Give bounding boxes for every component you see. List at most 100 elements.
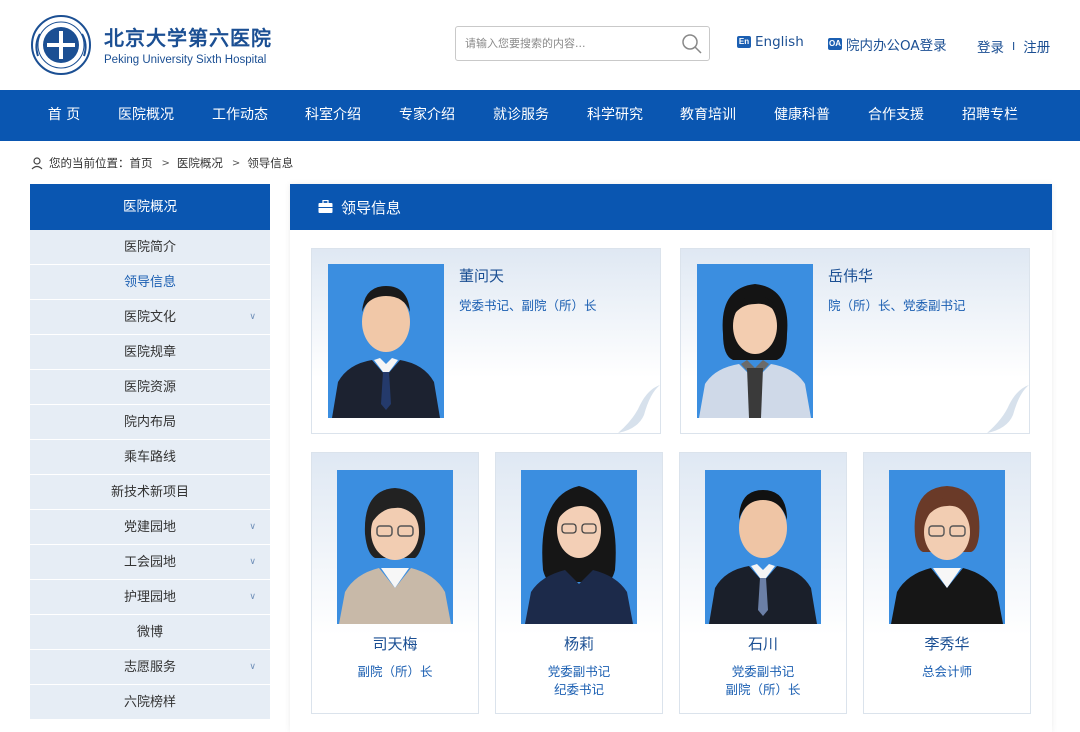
leader-title: 党委副书记 纪委书记 (496, 663, 662, 699)
briefcase-icon (318, 200, 333, 213)
oa-badge-icon: OA (828, 38, 842, 50)
site-header: 北京大学第六医院 Peking University Sixth Hospita… (0, 0, 1080, 90)
nav-services[interactable]: 就诊服务 (493, 90, 549, 141)
sidebar-item-label: 党建园地 (123, 520, 176, 535)
chevron-down-icon[interactable]: ∨ (249, 580, 256, 615)
sidebar-item-label: 医院简介 (123, 240, 176, 255)
nav-health[interactable]: 健康科普 (774, 90, 830, 141)
sidebar-item[interactable]: 医院简介 (30, 230, 270, 265)
leader-title: 总会计师 (864, 663, 1030, 681)
oa-login-link[interactable]: OA 院内办公OA登录 (828, 34, 947, 54)
search-input[interactable] (456, 27, 671, 60)
sidebar-list: 医院简介领导信息医院文化 ∨ 医院规章医院资源院内布局乘车路线新技术新项目党建园地 ∨… (30, 230, 270, 720)
sidebar-item-label: 医院规章 (123, 345, 176, 360)
sidebar-item[interactable]: 志愿服务 ∨ (30, 650, 270, 685)
leader-card[interactable]: 董问天 党委书记、副院（所）长 (311, 248, 661, 434)
portrait-woman-icon (889, 470, 1005, 624)
hospital-logo[interactable]: 北京大学第六医院 Peking University Sixth Hospita… (30, 14, 272, 76)
chevron-right-icon: > (231, 157, 241, 169)
sidebar-item[interactable]: 院内布局 (30, 405, 270, 440)
leader-card[interactable]: 李秀华 总会计师 (863, 452, 1031, 714)
sidebar-item-label: 领导信息 (123, 275, 176, 290)
chevron-down-icon[interactable]: ∨ (249, 545, 256, 580)
leader-title-line: 纪委书记 (553, 682, 604, 697)
sidebar-item-label: 乘车路线 (123, 450, 176, 465)
sidebar-header: 医院概况 (30, 184, 270, 230)
nav-research[interactable]: 科学研究 (587, 90, 643, 141)
sidebar: 医院概况 医院简介领导信息医院文化 ∨ 医院规章医院资源院内布局乘车路线新技术新项目… (30, 184, 270, 720)
leader-title-line: 党委副书记 (547, 664, 611, 679)
portrait-woman-icon (521, 470, 637, 624)
nav-recruitment[interactable]: 招聘专栏 (962, 90, 1018, 141)
chevron-down-icon[interactable]: ∨ (249, 650, 256, 685)
search-icon[interactable] (681, 33, 703, 55)
leader-title-line: 副院（所）长 (357, 664, 433, 679)
sidebar-item[interactable]: 党建园地 ∨ (30, 510, 270, 545)
leader-photo (889, 470, 1005, 624)
sidebar-item[interactable]: 护理园地 ∨ (30, 580, 270, 615)
nav-overview[interactable]: 医院概况 (118, 90, 174, 141)
sidebar-item[interactable]: 六院榜样 (30, 685, 270, 720)
login-link[interactable]: 登录 (977, 36, 1004, 56)
leader-card[interactable]: 石川 党委副书记 副院（所）长 (679, 452, 847, 714)
sidebar-item-label: 志愿服务 (123, 660, 176, 675)
sidebar-item[interactable]: 微博 (30, 615, 270, 650)
leader-title-line: 总会计师 (921, 664, 972, 679)
leader-name: 石川 (747, 635, 778, 653)
breadcrumb-home[interactable]: 首页 (130, 155, 153, 171)
oa-login-label: 院内办公OA登录 (846, 38, 947, 54)
portrait-woman-icon (697, 264, 813, 418)
page-curl-icon (987, 385, 1029, 433)
nav-experts[interactable]: 专家介绍 (399, 90, 455, 141)
leader-photo (337, 470, 453, 624)
sidebar-item-label: 微博 (136, 625, 163, 640)
section-title: 领导信息 (341, 198, 402, 217)
search-box (455, 26, 710, 61)
leader-name: 司天梅 (372, 635, 418, 653)
nav-departments[interactable]: 科室介绍 (305, 90, 361, 141)
leader-card[interactable]: 司天梅 副院（所）长 (311, 452, 479, 714)
sidebar-item-label: 护理园地 (123, 590, 176, 605)
sidebar-item-label: 医院文化 (123, 310, 176, 325)
sidebar-item[interactable]: 医院规章 (30, 335, 270, 370)
leader-name: 董问天 (459, 267, 505, 285)
hospital-name-en: Peking University Sixth Hospital (104, 53, 267, 66)
sidebar-item[interactable]: 领导信息 (30, 265, 270, 300)
nav-news[interactable]: 工作动态 (212, 90, 268, 141)
sidebar-item[interactable]: 工会园地 ∨ (30, 545, 270, 580)
leader-card[interactable]: 杨莉 党委副书记 纪委书记 (495, 452, 663, 714)
sidebar-item-label: 工会园地 (123, 555, 176, 570)
leader-title-line: 副院（所）长 (725, 682, 801, 697)
nav-cooperation[interactable]: 合作支援 (868, 90, 924, 141)
login-separator: I (1012, 39, 1016, 53)
leader-card[interactable]: 岳伟华 院（所）长、党委副书记 (680, 248, 1030, 434)
sidebar-item-label: 医院资源 (123, 380, 176, 395)
leader-photo (705, 470, 821, 624)
leader-photo (521, 470, 637, 624)
leader-title: 党委副书记 副院（所）长 (680, 663, 846, 699)
sidebar-item-label: 院内布局 (123, 415, 176, 430)
section-header: 领导信息 (290, 184, 1052, 230)
page-curl-icon (618, 385, 660, 433)
english-link[interactable]: En English (737, 34, 804, 50)
portrait-woman-icon (337, 470, 453, 624)
sidebar-item-label: 六院榜样 (123, 695, 176, 710)
leader-title: 党委书记、副院（所）长 (459, 298, 597, 313)
chevron-down-icon[interactable]: ∨ (249, 300, 256, 335)
sidebar-item[interactable]: 乘车路线 (30, 440, 270, 475)
hospital-emblem-icon (31, 15, 91, 75)
nav-education[interactable]: 教育培训 (680, 90, 736, 141)
location-icon (31, 157, 43, 170)
sidebar-item[interactable]: 新技术新项目 (30, 475, 270, 510)
register-link[interactable]: 注册 (1023, 36, 1050, 56)
breadcrumb-current: 领导信息 (247, 156, 294, 170)
sidebar-item[interactable]: 医院资源 (30, 370, 270, 405)
chevron-right-icon: > (161, 157, 170, 169)
leader-photo (697, 264, 813, 418)
chevron-down-icon[interactable]: ∨ (249, 510, 256, 545)
breadcrumb: 您的当前位置： 首页 > 医院概况 > 领导信息 (30, 154, 293, 172)
nav-home[interactable]: 首 页 (48, 90, 80, 141)
sidebar-item[interactable]: 医院文化 ∨ (30, 300, 270, 335)
leader-name: 岳伟华 (828, 267, 874, 285)
breadcrumb-overview[interactable]: 医院概况 (177, 155, 223, 171)
